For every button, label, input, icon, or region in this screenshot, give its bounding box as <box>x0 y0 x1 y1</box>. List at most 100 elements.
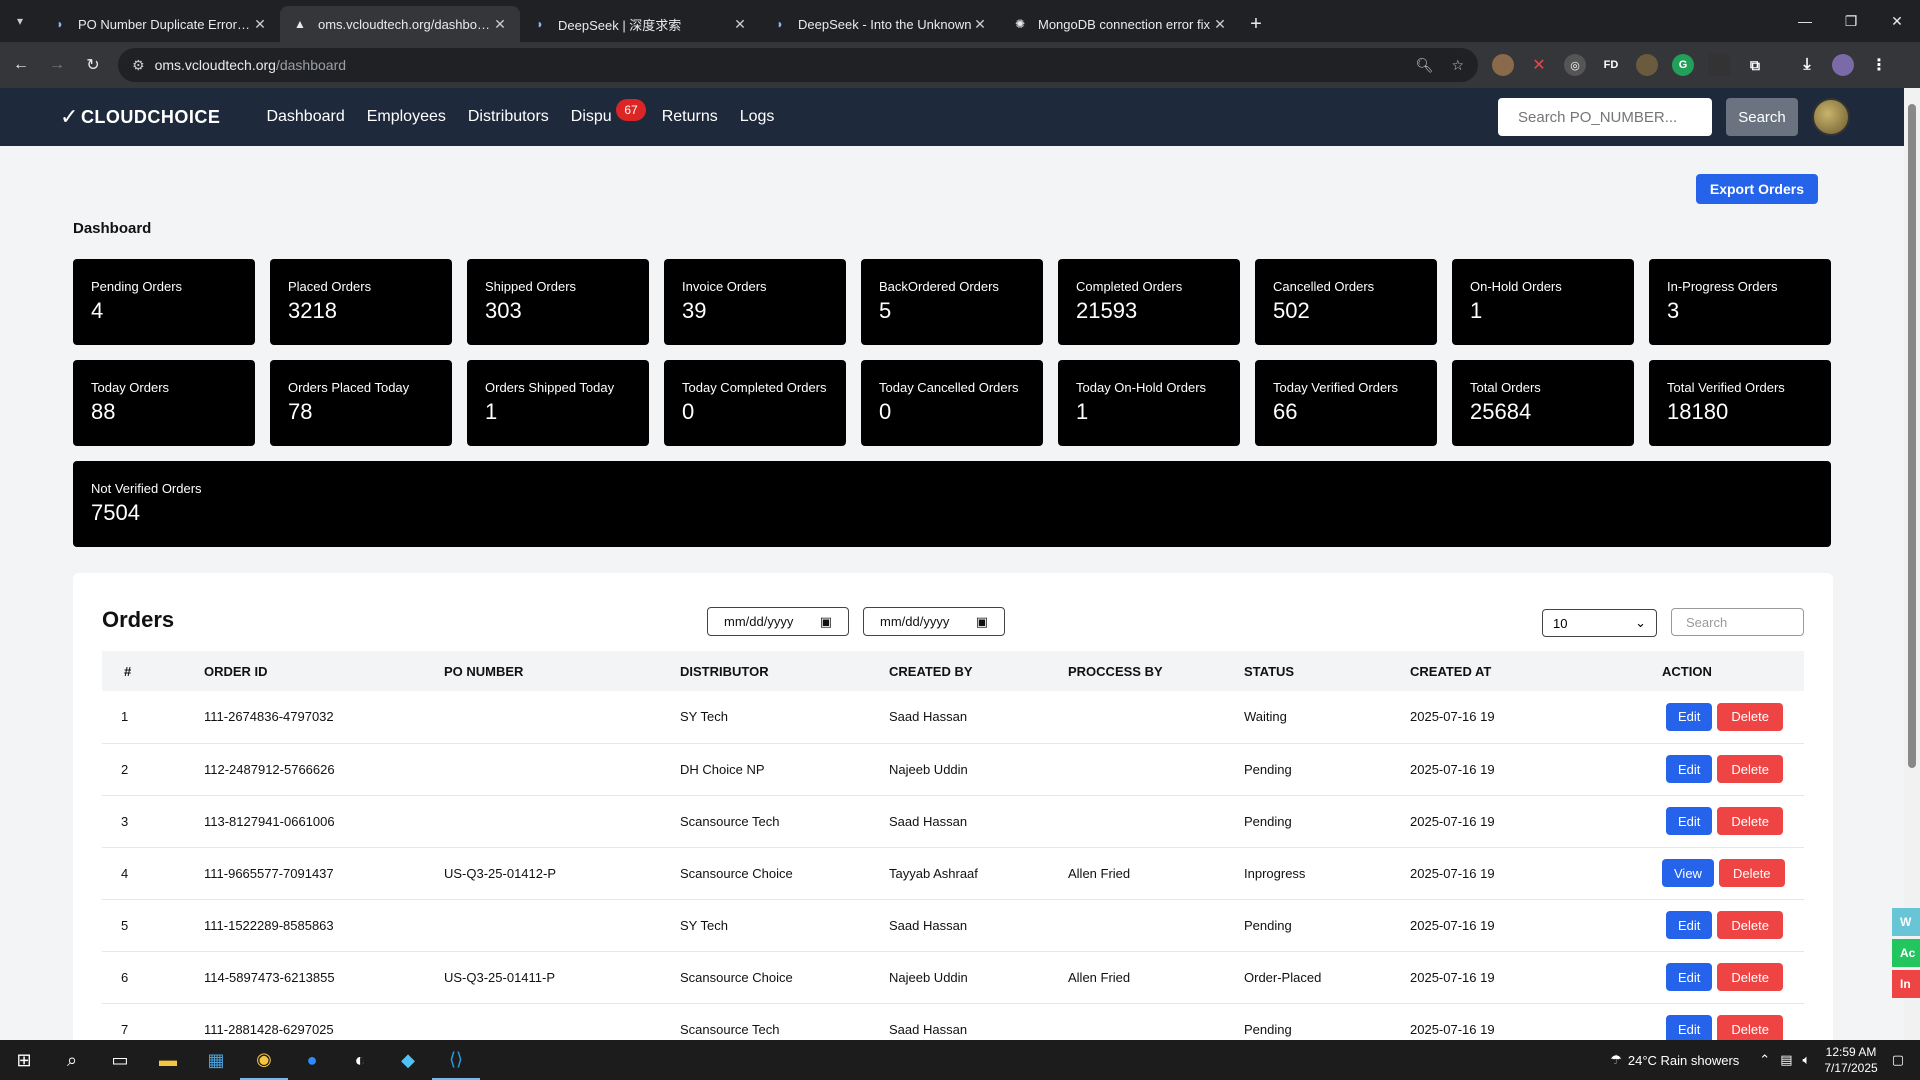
browser-tab[interactable]: ◗ DeepSeek | 深度求索 ✕ <box>520 6 760 42</box>
minimize-icon[interactable]: — <box>1782 0 1828 42</box>
cloudchoice-logo[interactable]: ✓ CLOUDCHOICE <box>60 104 220 130</box>
forward-icon[interactable]: → <box>42 50 72 80</box>
close-tab-icon[interactable]: ✕ <box>972 16 988 33</box>
page-scrollbar[interactable] <box>1904 88 1920 1040</box>
nav-employees[interactable]: Employees <box>367 108 446 126</box>
scrollbar-thumb[interactable] <box>1908 104 1916 768</box>
delete-button[interactable]: Delete <box>1718 859 1785 887</box>
reload-icon[interactable]: ↻ <box>78 50 108 80</box>
edit-button[interactable]: Edit <box>1666 755 1713 783</box>
extension-icon[interactable] <box>1708 54 1730 76</box>
windows-start-icon[interactable]: ⊞ <box>0 1040 48 1080</box>
weather-text[interactable]: 24°C Rain showers <box>1628 1053 1739 1068</box>
delete-button[interactable]: Delete <box>1717 1015 1783 1040</box>
nav-distributors[interactable]: Distributors <box>468 108 549 126</box>
extension-icon[interactable] <box>1636 54 1658 76</box>
delete-button[interactable]: Delete <box>1717 911 1783 939</box>
calendar-icon[interactable]: ▣ <box>976 614 988 630</box>
site-info-icon[interactable]: ⚙ <box>132 57 145 74</box>
side-widget-tab[interactable]: Ac <box>1892 939 1920 967</box>
order-status-cell: Pending <box>1244 899 1410 952</box>
nav-returns[interactable]: Returns <box>662 108 718 126</box>
extension-x-icon[interactable]: ✕ <box>1528 54 1550 76</box>
profile-avatar-icon[interactable] <box>1832 54 1854 76</box>
po-search-input[interactable] <box>1498 98 1712 136</box>
action-cell: Edit Delete <box>1662 743 1804 796</box>
close-tab-icon[interactable]: ✕ <box>1212 16 1228 33</box>
app-icon[interactable]: ◆ <box>384 1040 432 1080</box>
calendar-icon[interactable]: ▣ <box>820 614 832 630</box>
browser-tab[interactable]: ▲ oms.vcloudtech.org/dashboard ✕ <box>280 6 520 42</box>
bookmark-star-icon[interactable]: ☆ <box>1451 57 1464 74</box>
nav-disputes[interactable]: Dispu 67 <box>571 99 646 126</box>
search-icon[interactable]: ⌕ <box>48 1040 96 1080</box>
nav-logs[interactable]: Logs <box>740 108 775 126</box>
table-row: 6 114-5897473-6213855 US-Q3-25-01411-P Scan… <box>102 951 1804 1004</box>
user-avatar[interactable] <box>1812 98 1850 136</box>
extension-icon[interactable] <box>1492 54 1514 76</box>
browser-tab[interactable]: ✺ MongoDB connection error fix ✕ <box>1000 6 1240 42</box>
edit-button[interactable]: Edit <box>1666 911 1713 939</box>
task-view-icon[interactable]: ▭ <box>96 1040 144 1080</box>
grammarly-icon[interactable]: G <box>1672 54 1694 76</box>
close-tab-icon[interactable]: ✕ <box>252 16 268 33</box>
volume-icon[interactable]: 🔈︎ <box>1803 1052 1811 1068</box>
stat-label: Today Orders <box>91 380 170 395</box>
tray-chevron-icon[interactable]: ⌃ <box>1759 1052 1770 1068</box>
close-tab-icon[interactable]: ✕ <box>492 16 508 33</box>
weather-icon[interactable]: ☂ <box>1610 1052 1622 1068</box>
chrome-icon[interactable]: ◉ <box>240 1040 288 1080</box>
edit-button[interactable]: Edit <box>1666 1015 1713 1040</box>
delete-button[interactable]: Delete <box>1717 807 1783 835</box>
edit-button[interactable]: Edit <box>1666 963 1713 991</box>
close-window-icon[interactable]: ✕ <box>1874 0 1920 42</box>
edit-button[interactable]: Edit <box>1666 702 1713 731</box>
browser-tab[interactable]: ◗ PO Number Duplicate Error Exp ✕ <box>40 6 280 42</box>
stat-label: Placed Orders <box>288 279 372 294</box>
zoom-app-icon[interactable]: ● <box>288 1040 336 1080</box>
new-tab-button[interactable]: + <box>1240 6 1272 42</box>
file-explorer-icon[interactable]: ▬ <box>144 1040 192 1080</box>
table-search-input[interactable]: Search <box>1671 608 1804 636</box>
notifications-icon[interactable]: ▢ <box>1892 1052 1904 1068</box>
store-icon[interactable]: ▦ <box>192 1040 240 1080</box>
export-orders-button[interactable]: Export Orders <box>1695 174 1818 204</box>
globe-icon[interactable]: ◎ <box>1564 54 1586 76</box>
side-widget-tab[interactable]: In <box>1892 970 1920 998</box>
mongodb-compass-icon[interactable]: ◐ <box>336 1040 384 1080</box>
clock[interactable]: 12:59 AM 7/17/2025 <box>1824 1044 1877 1076</box>
nav-dashboard[interactable]: Dashboard <box>266 108 344 126</box>
close-tab-icon[interactable]: ✕ <box>732 16 748 33</box>
delete-button[interactable]: Delete <box>1717 963 1783 991</box>
col-po-number: PO NUMBER <box>444 663 524 679</box>
col-action: ACTION <box>1662 663 1712 679</box>
fd-extension-icon[interactable]: FD <box>1600 54 1622 76</box>
stat-value: 1 <box>485 399 498 424</box>
stat-card: Shipped Orders 303 <box>467 259 649 345</box>
action-cell: Edit Delete <box>1662 795 1804 848</box>
order-status-cell: Pending <box>1244 743 1410 796</box>
table-row: 2 112-2487912-5766626 DH Choice NP Najeeb U… <box>102 743 1804 796</box>
edit-button[interactable]: Edit <box>1666 807 1713 835</box>
tab-search-icon[interactable]: ▾ <box>0 0 40 42</box>
page-title: Dashboard <box>73 220 152 237</box>
back-icon[interactable]: ← <box>6 50 36 80</box>
delete-button[interactable]: Delete <box>1717 702 1783 731</box>
view-button[interactable]: View <box>1662 859 1714 887</box>
extensions-puzzle-icon[interactable]: ⧉ <box>1744 54 1766 76</box>
side-widget-tab[interactable]: W <box>1892 908 1920 936</box>
network-icon[interactable]: ▤ <box>1780 1052 1792 1068</box>
browser-menu-icon[interactable]: ⋮ <box>1868 54 1890 76</box>
po-search-button[interactable]: Search <box>1726 98 1798 136</box>
delete-button[interactable]: Delete <box>1717 755 1783 783</box>
address-bar[interactable]: ⚙ oms.vcloudtech.org/dashboard 🔍︎ ☆ <box>118 48 1478 82</box>
vscode-icon[interactable]: ⟨⟩ <box>432 1040 480 1080</box>
restore-icon[interactable]: ❐ <box>1828 0 1874 42</box>
per-page-select[interactable]: 10 ⌄ <box>1542 609 1657 637</box>
date-to-input[interactable]: mm/dd/yyyy ▣ <box>863 607 1005 636</box>
stat-value: 78 <box>288 399 313 424</box>
zoom-icon[interactable]: 🔍︎ <box>1416 57 1434 74</box>
browser-tab[interactable]: ◗ DeepSeek - Into the Unknown ✕ <box>760 6 1000 42</box>
date-from-input[interactable]: mm/dd/yyyy ▣ <box>707 607 849 636</box>
download-icon[interactable]: ⤓ <box>1796 54 1818 76</box>
